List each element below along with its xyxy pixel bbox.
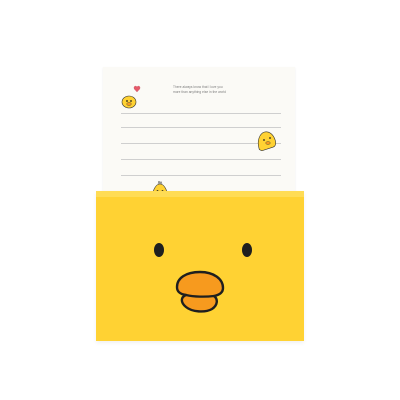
- letter-paper: There always know that I love you more t…: [103, 67, 295, 207]
- right-eye-icon: [242, 243, 252, 257]
- beak-icon: [175, 270, 225, 313]
- left-eye-icon: [154, 243, 164, 257]
- heart-icon: [133, 85, 141, 93]
- ruled-line: [121, 113, 281, 114]
- ruled-line: [121, 159, 281, 160]
- letter-message: There always know that I love you more t…: [173, 85, 263, 95]
- envelope-edge: [96, 191, 304, 197]
- ruled-line: [121, 127, 281, 128]
- duck-envelope: [96, 191, 304, 341]
- chick-icon: [257, 131, 276, 151]
- stationery-scene: There always know that I love you more t…: [0, 0, 400, 400]
- chick-with-heart-icon: [121, 85, 141, 109]
- letter-message-line2: more than anything else in the world: [173, 90, 227, 94]
- ruled-line: [121, 175, 281, 176]
